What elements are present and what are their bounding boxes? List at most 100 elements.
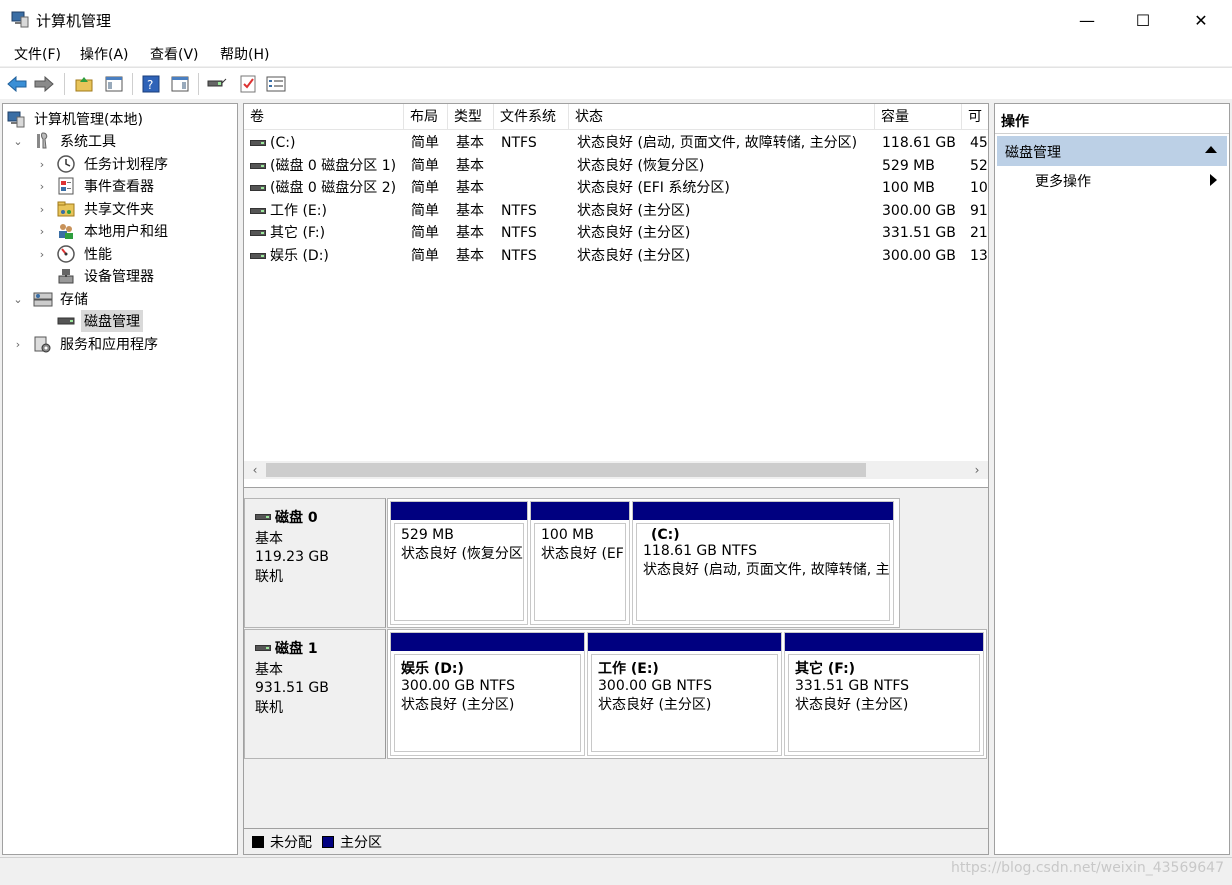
menu-action[interactable]: 操作(A): [80, 44, 129, 64]
tree-item-storage[interactable]: ⌄ 存储: [11, 288, 91, 310]
back-arrow-icon[interactable]: [7, 74, 27, 94]
chevron-down-icon[interactable]: ⌄: [11, 135, 25, 148]
column-header-status[interactable]: 状态: [569, 104, 875, 130]
volume-list: 卷 布局 类型 文件系统 状态 容量 可 (C:) 简单 基本 NTFS 状态良…: [244, 104, 988, 487]
show-hide-action-pane-icon[interactable]: [170, 74, 190, 94]
services-icon: [33, 335, 51, 353]
tree-item-disk-management[interactable]: 磁盘管理: [49, 310, 143, 332]
menu-bar: 文件(F) 操作(A) 查看(V) 帮助(H): [0, 40, 1232, 66]
horizontal-scrollbar[interactable]: ‹ ›: [244, 461, 988, 479]
table-row[interactable]: 娱乐 (D:) 简单 基本 NTFS 状态良好 (主分区) 300.00 GB …: [244, 245, 988, 267]
submenu-arrow-icon[interactable]: [1210, 174, 1217, 186]
partition-d[interactable]: 娱乐 (D:) 300.00 GB NTFS 状态良好 (主分区): [390, 632, 585, 756]
event-log-icon: [57, 177, 75, 195]
tree-label: 磁盘管理: [81, 310, 143, 332]
checklist-icon[interactable]: [238, 74, 258, 94]
menu-view[interactable]: 查看(V): [150, 44, 199, 64]
tree-label: 事件查看器: [84, 179, 154, 195]
shared-folder-icon: [57, 200, 75, 218]
table-row[interactable]: 其它 (F:) 简单 基本 NTFS 状态良好 (主分区) 331.51 GB …: [244, 222, 988, 244]
disk-1-partitions: 娱乐 (D:) 300.00 GB NTFS 状态良好 (主分区) 工作 (E:…: [387, 629, 987, 759]
close-button[interactable]: ✕: [1172, 0, 1230, 40]
disk-1-label[interactable]: 磁盘 1 基本 931.51 GB 联机: [244, 629, 386, 759]
scrollbar-thumb[interactable]: [266, 463, 866, 477]
column-header-capacity[interactable]: 容量: [875, 104, 962, 130]
chevron-right-icon[interactable]: ›: [35, 180, 49, 193]
column-header-filesystem[interactable]: 文件系统: [494, 104, 569, 130]
primary-partition-bar: [588, 633, 781, 651]
partition-legend: 未分配 主分区: [244, 828, 988, 854]
tree-label: 存储: [60, 292, 88, 308]
computer-management-icon: [11, 10, 29, 28]
partition-c[interactable]: (C:) 118.61 GB NTFS 状态良好 (启动, 页面文件, 故障转储…: [632, 501, 894, 625]
disk-0-partitions: 529 MB 状态良好 (恢复分区) 100 MB 状态良好 (EFI 系统分区…: [387, 498, 900, 628]
column-header-free[interactable]: 可: [962, 104, 988, 130]
partition-f[interactable]: 其它 (F:) 331.51 GB NTFS 状态良好 (主分区): [784, 632, 984, 756]
menu-file[interactable]: 文件(F): [14, 44, 61, 64]
collapse-up-icon[interactable]: [1205, 146, 1217, 153]
table-row[interactable]: (磁盘 0 磁盘分区 2) 简单 基本 状态良好 (EFI 系统分区) 100 …: [244, 177, 988, 199]
tools-icon: [33, 132, 51, 150]
partition-recovery[interactable]: 529 MB 状态良好 (恢复分区): [390, 501, 528, 625]
table-row[interactable]: 工作 (E:) 简单 基本 NTFS 状态良好 (主分区) 300.00 GB …: [244, 200, 988, 222]
scroll-left-icon[interactable]: ‹: [246, 461, 264, 479]
partition-e[interactable]: 工作 (E:) 300.00 GB NTFS 状态良好 (主分区): [587, 632, 782, 756]
unallocated-swatch: [252, 835, 264, 848]
chevron-right-icon[interactable]: ›: [11, 338, 25, 351]
tree-item-performance[interactable]: › 性能: [35, 243, 115, 265]
maximize-button[interactable]: ☐: [1114, 0, 1172, 40]
disk-drive-icon: [250, 185, 266, 191]
forward-arrow-icon[interactable]: [34, 74, 54, 94]
disk-drive-icon: [250, 230, 266, 236]
scroll-right-icon[interactable]: ›: [968, 461, 986, 479]
tree-item-system-tools[interactable]: ⌄ 系统工具: [11, 130, 119, 152]
disk-graphical-view: 磁盘 0 基本 119.23 GB 联机 529 MB 状态良好 (恢复分区) …: [244, 492, 988, 827]
toolbar: ?: [0, 67, 1232, 99]
chevron-right-icon[interactable]: ›: [35, 158, 49, 171]
tree-item-local-users[interactable]: › 本地用户和组: [35, 220, 171, 242]
column-header-volume[interactable]: 卷: [244, 104, 404, 130]
navigation-tree: 计算机管理(本地) ⌄ 系统工具 › 任务计划程序 › 事件查看器 › 共享文件…: [2, 103, 238, 855]
disk-management-pane: 卷 布局 类型 文件系统 状态 容量 可 (C:) 简单 基本 NTFS 状态良…: [243, 103, 989, 855]
table-row[interactable]: (磁盘 0 磁盘分区 1) 简单 基本 状态良好 (恢复分区) 529 MB 5…: [244, 155, 988, 177]
chevron-down-icon[interactable]: ⌄: [11, 293, 25, 306]
watermark-text: https://blog.csdn.net/weixin_43569647: [950, 860, 1224, 876]
connect-icon[interactable]: [207, 74, 227, 94]
menu-help[interactable]: 帮助(H): [220, 44, 269, 64]
partition-efi[interactable]: 100 MB 状态良好 (EFI 系统分区): [530, 501, 630, 625]
tree-label: 系统工具: [60, 134, 116, 150]
column-header-layout[interactable]: 布局: [404, 104, 448, 130]
chevron-right-icon[interactable]: ›: [35, 203, 49, 216]
tree-label: 计算机管理(本地): [34, 112, 143, 128]
primary-partition-bar: [531, 502, 629, 520]
more-actions-link[interactable]: 更多操作: [1035, 171, 1091, 191]
primary-swatch: [322, 835, 334, 848]
tree-item-task-scheduler[interactable]: › 任务计划程序: [35, 153, 171, 175]
tree-item-root[interactable]: 计算机管理(本地): [7, 108, 146, 130]
disk-drive-icon: [255, 645, 271, 651]
show-hide-tree-icon[interactable]: [104, 74, 124, 94]
tree-item-shared-folders[interactable]: › 共享文件夹: [35, 198, 157, 220]
table-row[interactable]: (C:) 简单 基本 NTFS 状态良好 (启动, 页面文件, 故障转储, 主分…: [244, 132, 988, 154]
up-folder-icon[interactable]: [74, 74, 94, 94]
help-icon[interactable]: ?: [141, 74, 161, 94]
svg-text:?: ?: [147, 78, 153, 92]
computer-management-icon: [7, 110, 25, 128]
window-title: 计算机管理: [36, 12, 112, 30]
primary-partition-bar: [785, 633, 983, 651]
tree-item-services-apps[interactable]: › 服务和应用程序: [11, 333, 161, 355]
legend-unallocated: 未分配: [270, 834, 312, 851]
disk-drive-icon: [250, 208, 266, 214]
actions-section-disk-management[interactable]: 磁盘管理: [997, 136, 1227, 166]
disk-0-label[interactable]: 磁盘 0 基本 119.23 GB 联机: [244, 498, 386, 628]
chevron-right-icon[interactable]: ›: [35, 248, 49, 261]
tree-item-device-manager[interactable]: 设备管理器: [49, 265, 157, 287]
tree-item-event-viewer[interactable]: › 事件查看器: [35, 175, 157, 197]
column-header-type[interactable]: 类型: [448, 104, 494, 130]
tree-label: 设备管理器: [84, 269, 154, 285]
disk-drive-icon: [57, 312, 75, 330]
minimize-button[interactable]: —: [1058, 0, 1116, 40]
chevron-right-icon[interactable]: ›: [35, 225, 49, 238]
properties-icon[interactable]: [266, 74, 286, 94]
legend-primary: 主分区: [340, 834, 382, 851]
